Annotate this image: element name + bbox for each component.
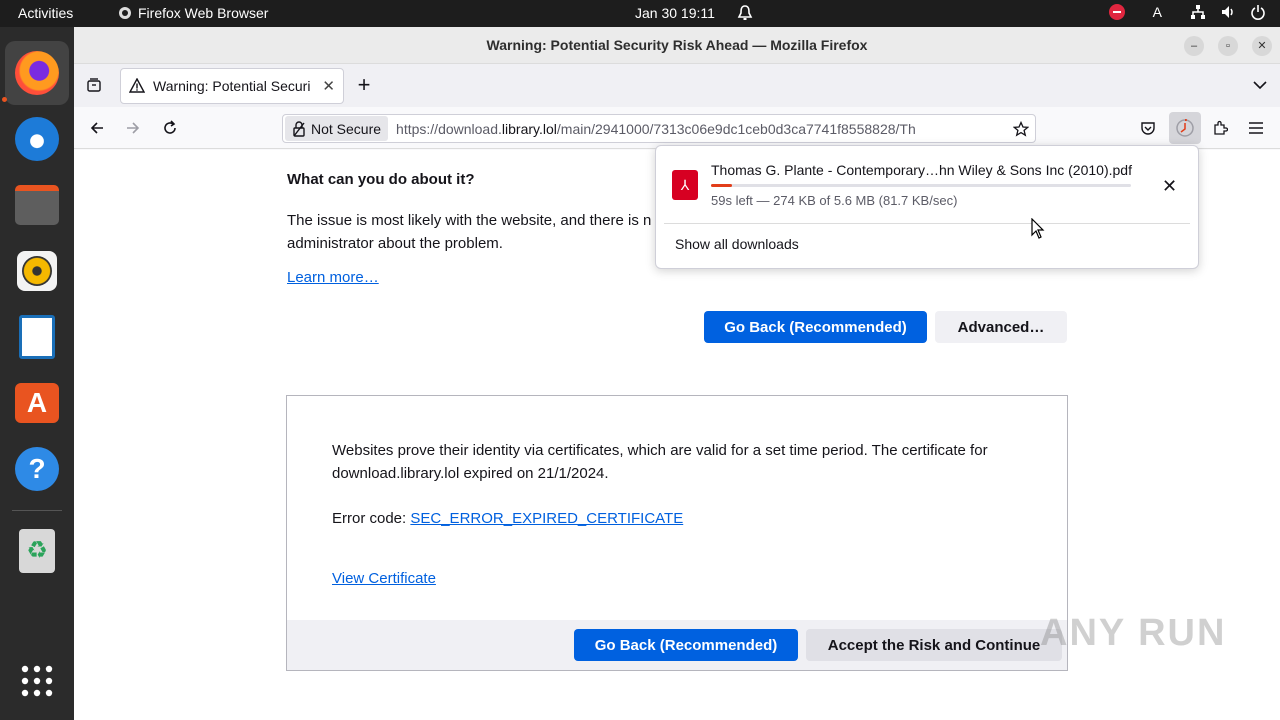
dock-thunderbird[interactable]: [5, 107, 69, 171]
libreoffice-writer-icon: [19, 315, 55, 359]
dock-trash[interactable]: ♻: [5, 519, 69, 583]
active-indicator: [2, 97, 7, 102]
not-secure-label: Not Secure: [311, 120, 382, 137]
trash-icon: ♻: [19, 529, 55, 573]
dock-firefox[interactable]: [5, 41, 69, 105]
reload-icon[interactable]: [158, 116, 182, 140]
input-source-indicator: A: [1152, 4, 1162, 20]
menu-hamburger-icon[interactable]: [1244, 116, 1268, 140]
dock-separator: [12, 510, 62, 511]
do-not-disturb-icon: [1108, 4, 1125, 20]
error-code-label: Error code:: [332, 510, 411, 527]
tab-title: Warning: Potential Securi: [153, 78, 311, 94]
list-tabs-chevron-icon[interactable]: [1248, 73, 1272, 97]
download-progress-fill: [711, 184, 732, 187]
tab-bar: Warning: Potential Securi ✕ +: [74, 64, 1280, 107]
advanced-button[interactable]: Advanced…: [935, 311, 1067, 343]
not-secure-badge[interactable]: Not Secure: [285, 116, 389, 141]
pocket-icon[interactable]: [1136, 116, 1160, 140]
cancel-download-icon[interactable]: ✕: [1162, 176, 1177, 197]
downloads-panel: ⅄ Thomas G. Plante - Contemporary…hn Wil…: [655, 145, 1199, 269]
firefox-icon: [15, 51, 59, 95]
bell-icon: [737, 4, 753, 25]
minimize-button[interactable]: –: [1184, 36, 1204, 56]
window-title: Warning: Potential Security Risk Ahead —…: [486, 37, 868, 53]
downloads-button[interactable]: [1169, 112, 1201, 144]
download-progress-bar: [711, 184, 1131, 187]
accept-risk-button[interactable]: Accept the Risk and Continue: [806, 629, 1062, 661]
power-icon: [1251, 5, 1265, 20]
dock-files[interactable]: [5, 173, 69, 237]
app-center-icon: A: [15, 383, 59, 423]
clock[interactable]: Jan 30 19:11: [635, 5, 715, 21]
firefox-view-icon[interactable]: [82, 73, 106, 97]
watermark: ANY RUN: [1040, 612, 1227, 654]
download-progress-icon: [1176, 118, 1194, 137]
go-back-button[interactable]: Go Back (Recommended): [704, 311, 927, 343]
help-icon: ?: [15, 447, 59, 491]
close-window-button[interactable]: ✕: [1252, 36, 1272, 56]
tab-warning[interactable]: Warning: Potential Securi ✕: [120, 68, 344, 104]
download-status: 59s left — 274 KB of 5.6 MB (81.7 KB/sec…: [711, 193, 958, 208]
url-path: /main/2941000/7313c06e9dc1ceb0d3ca7741f8…: [556, 120, 916, 137]
dock-app-center[interactable]: A: [5, 371, 69, 435]
rhythmbox-icon: [17, 251, 57, 291]
thunderbird-icon: [15, 117, 59, 161]
files-icon: [15, 185, 59, 225]
dock: A ? ♻: [0, 27, 74, 720]
system-top-bar: Activities Firefox Web Browser Jan 30 19…: [0, 0, 1280, 27]
url-prefix: https://download.: [396, 120, 502, 137]
network-icon: [1191, 5, 1205, 19]
pdf-file-icon: ⅄: [672, 170, 698, 200]
app-menu[interactable]: Firefox Web Browser: [118, 5, 268, 21]
error-code-line: Error code: SEC_ERROR_EXPIRED_CERTIFICAT…: [332, 510, 683, 527]
tab-close-icon[interactable]: ✕: [322, 77, 335, 95]
downloads-separator: [664, 223, 1190, 224]
certificate-explanation: Websites prove their identity via certif…: [332, 442, 988, 482]
navigation-toolbar: Not Secure https://download.library.lol/…: [74, 107, 1280, 149]
url-text[interactable]: https://download.library.lol/main/294100…: [396, 121, 992, 137]
back-icon[interactable]: [85, 116, 109, 140]
learn-more-link[interactable]: Learn more…: [287, 269, 379, 286]
maximize-button[interactable]: ▫: [1218, 36, 1238, 56]
issue-text-line-2: administrator about the problem.: [287, 235, 503, 252]
url-bar[interactable]: Not Secure https://download.library.lol/…: [282, 114, 1036, 143]
show-apps-icon: [21, 665, 53, 697]
url-domain: library.lol: [501, 120, 557, 137]
activities-button[interactable]: Activities: [18, 5, 73, 21]
advanced-panel-footer: Go Back (Recommended) Accept the Risk an…: [287, 620, 1067, 670]
extensions-icon[interactable]: [1208, 116, 1232, 140]
system-tray[interactable]: A: [1108, 4, 1266, 20]
mouse-cursor-icon: [1031, 218, 1045, 239]
forward-icon[interactable]: [121, 116, 145, 140]
bookmark-star-icon[interactable]: [1009, 117, 1033, 141]
lock-warning-icon: [293, 120, 305, 137]
title-bar[interactable]: Warning: Potential Security Risk Ahead —…: [74, 27, 1280, 64]
dock-libreoffice-writer[interactable]: [5, 305, 69, 369]
dock-rhythmbox[interactable]: [5, 239, 69, 303]
firefox-small-icon: [119, 7, 131, 19]
dock-help[interactable]: ?: [5, 437, 69, 501]
dock-show-apps[interactable]: [5, 649, 69, 713]
volume-icon: [1222, 6, 1233, 18]
issue-text: The issue is most likely with the websit…: [287, 209, 667, 255]
issue-text-line-1: The issue is most likely with the websit…: [287, 212, 652, 229]
app-menu-label: Firefox Web Browser: [138, 5, 269, 21]
show-all-downloads-button[interactable]: Show all downloads: [675, 236, 799, 252]
go-back-button-2[interactable]: Go Back (Recommended): [574, 629, 798, 661]
what-can-you-do-heading: What can you do about it?: [287, 171, 475, 188]
warning-icon: [129, 78, 145, 93]
view-certificate-link[interactable]: View Certificate: [332, 570, 436, 587]
new-tab-icon[interactable]: +: [352, 72, 376, 97]
error-code-link[interactable]: SEC_ERROR_EXPIRED_CERTIFICATE: [410, 510, 683, 527]
download-file-name[interactable]: Thomas G. Plante - Contemporary…hn Wiley…: [711, 162, 1132, 178]
advanced-panel: Websites prove their identity via certif…: [286, 395, 1068, 671]
